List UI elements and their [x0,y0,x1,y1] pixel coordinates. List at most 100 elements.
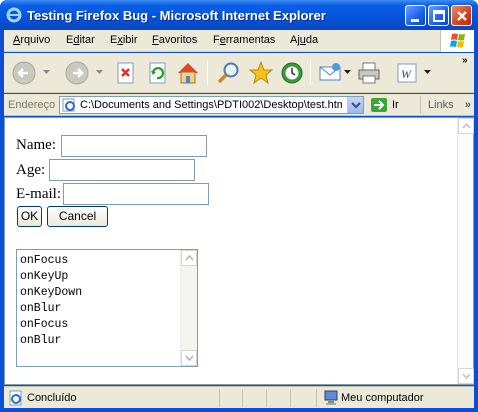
home-icon [178,63,198,84]
history-button[interactable] [277,58,307,88]
mail-button[interactable] [316,58,346,88]
chevron-down-icon [462,373,471,379]
print-button[interactable] [354,58,384,88]
menu-favoritos[interactable]: Favoritos [152,34,197,46]
toolbar-overflow-chevron[interactable]: » [462,55,468,66]
history-icon [281,62,303,84]
menu-ajuda[interactable]: Ajuda [290,34,318,46]
toolbar-separator [207,61,208,85]
status-divider [316,389,317,407]
mail-icon [319,63,341,81]
links-overflow-chevron: » [464,99,471,111]
close-icon [457,11,467,21]
title-bar[interactable]: Testing Firefox Bug - Microsoft Internet… [0,0,478,30]
links-label: Links [428,99,454,111]
refresh-icon [149,62,166,84]
page-scroll-down-button[interactable] [458,368,474,384]
chevron-up-icon [462,123,471,129]
favorites-icon [248,60,274,85]
back-dropdown-icon[interactable] [43,70,50,74]
chevron-down-icon [351,102,361,109]
log-scroll-down-button[interactable] [181,350,197,366]
menu-bar: Arquivo Editar Exibir Favoritos Ferramen… [4,30,474,52]
cancel-button[interactable]: Cancel [47,206,108,227]
event-log-textarea[interactable]: onFocus onKeyUp onKeyDown onBlur onFocus… [16,249,198,367]
maximize-icon [433,10,445,22]
security-zone-text: Meu computador [341,392,424,404]
address-url[interactable]: C:\Documents and Settings\PDTI002\Deskto… [80,99,342,111]
page-icon [62,98,75,112]
favorites-button[interactable] [246,58,276,88]
log-line: onKeyUp [20,270,69,283]
ie-icon [6,7,22,23]
age-row: Age: [16,162,45,179]
log-line: onFocus [20,254,69,267]
status-divider [290,389,291,407]
page-done-icon [9,390,22,406]
status-divider [219,389,220,407]
close-button[interactable] [451,5,472,26]
page-scroll-up-button[interactable] [458,118,474,134]
name-row: Name: [16,137,56,154]
ie-window: Testing Firefox Bug - Microsoft Internet… [0,0,478,412]
address-bar: Endereço C:\Documents and Settings\PDTI0… [4,94,474,116]
status-bar: Concluído Meu computador [4,386,474,408]
log-scrollbar[interactable] [180,250,197,366]
refresh-button[interactable] [142,58,172,88]
log-scroll-up-button[interactable] [181,250,197,266]
links-separator [420,96,421,114]
minimize-button[interactable] [405,5,426,26]
forward-dropdown-icon[interactable] [96,70,103,74]
mail-dropdown-icon[interactable] [344,70,351,74]
forward-button[interactable] [62,58,92,88]
stop-button[interactable] [110,58,140,88]
log-line: onFocus [20,318,69,331]
status-divider [242,389,243,407]
home-button[interactable] [173,58,203,88]
standard-toolbar: W » [4,53,474,93]
windows-flag-icon [450,33,465,48]
edit-icon: W [397,63,417,83]
address-label: Endereço [8,99,56,111]
back-button[interactable] [10,58,40,88]
log-line: onBlur [20,302,62,315]
age-label: Age: [16,162,46,179]
chevron-up-icon [185,255,194,261]
edit-dropdown-icon[interactable] [424,70,431,74]
menu-editar[interactable]: Editar [66,34,95,46]
go-icon[interactable] [370,97,388,113]
page-scrollbar[interactable] [457,118,474,384]
go-button-label[interactable]: Ir [392,99,399,111]
search-icon [217,62,239,84]
maximize-button[interactable] [428,5,449,26]
forward-icon [65,61,89,85]
log-line: onBlur [20,334,62,347]
address-field[interactable]: C:\Documents and Settings\PDTI002\Deskto… [59,96,364,114]
email-input[interactable] [63,183,209,205]
edit-button[interactable]: W [392,58,422,88]
name-input[interactable] [61,135,207,157]
web-page: Name: Age: E-mail: OK Cancel onFocus onK… [5,118,458,384]
name-label: Name: [16,137,56,154]
ok-button[interactable]: OK [17,206,42,227]
window-title: Testing Firefox Bug - Microsoft Internet… [27,8,326,23]
status-text: Concluído [27,392,77,404]
menu-exibir[interactable]: Exibir [110,34,138,46]
svg-text:W: W [401,67,412,81]
page-content-frame: Name: Age: E-mail: OK Cancel onFocus onK… [4,117,474,385]
windows-logo [440,30,474,52]
stop-icon [117,62,134,84]
menu-arquivo[interactable]: Arquivo [13,34,50,46]
computer-zone-icon [324,390,338,405]
toolbar-separator [310,61,311,85]
back-icon [12,61,36,85]
menu-ferramentas[interactable]: Ferramentas [213,34,275,46]
status-divider [266,389,267,407]
address-dropdown-button[interactable] [347,97,363,113]
age-input[interactable] [49,159,195,181]
search-button[interactable] [214,58,244,88]
email-label: E-mail: [16,186,61,203]
event-log-lines: onFocus onKeyUp onKeyDown onBlur onFocus… [20,253,82,349]
links-button[interactable]: Links » [420,96,471,114]
log-line: onKeyDown [20,286,83,299]
